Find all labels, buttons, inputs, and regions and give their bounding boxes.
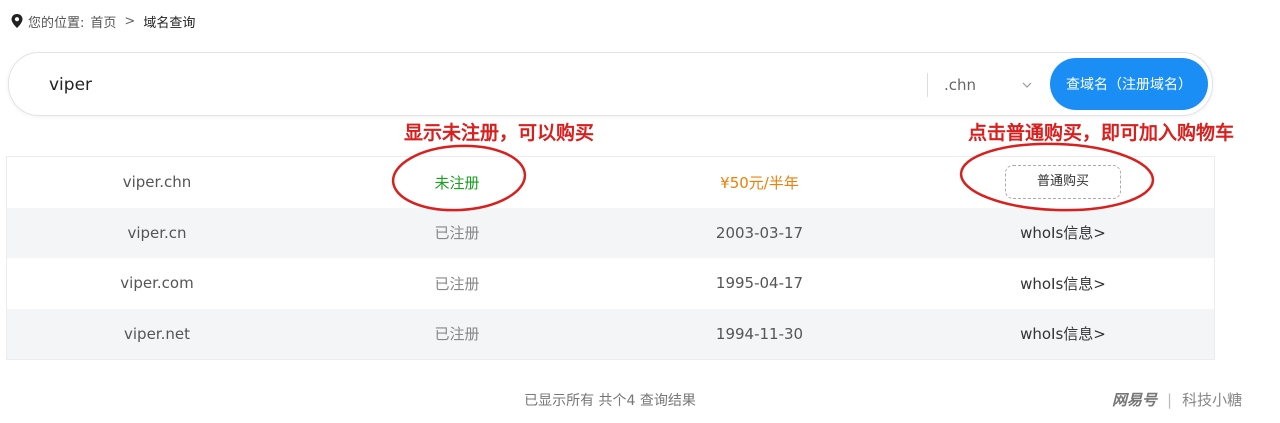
annotation-available-note: 显示未注册，可以购买 bbox=[404, 122, 595, 144]
table-row: viper.com 已注册 1995-04-17 whoIs信息> bbox=[7, 258, 1214, 309]
search-divider bbox=[927, 73, 928, 97]
whois-link[interactable]: whoIs信息> bbox=[912, 222, 1214, 243]
table-row: viper.chn 未注册 ¥50元/半年 普通购买 bbox=[7, 157, 1214, 208]
domain-suffix-select[interactable]: .chn bbox=[944, 71, 1034, 99]
registration-date-cell: 1994-11-30 bbox=[715, 324, 804, 343]
registration-date-cell: 1995-04-17 bbox=[715, 274, 804, 293]
annotation-buy-note: 点击普通购买，即可加入购物车 bbox=[968, 122, 1235, 144]
status-cell: 已注册 bbox=[434, 224, 480, 243]
domain-name-cell: viper.cn bbox=[127, 223, 187, 242]
domain-suffix-value: .chn bbox=[944, 76, 977, 94]
breadcrumb: 您的位置: 首页 > 域名查询 bbox=[10, 10, 195, 32]
status-cell: 未注册 bbox=[434, 173, 480, 192]
watermark-brand: 网易号 bbox=[1112, 391, 1158, 409]
breadcrumb-home-link[interactable]: 首页 bbox=[90, 12, 116, 31]
breadcrumb-prefix: 您的位置: bbox=[28, 15, 85, 31]
domain-search-bar: .chn 查域名（注册域名） bbox=[8, 52, 1213, 116]
results-summary: 已显示所有 共个4 查询结果 bbox=[524, 393, 696, 409]
action-cell: 普通购买 bbox=[912, 165, 1214, 200]
search-domain-button[interactable]: 查域名（注册域名） bbox=[1050, 58, 1208, 110]
breadcrumb-current: 域名查询 bbox=[143, 15, 196, 31]
table-row: viper.net 已注册 1994-11-30 whoIs信息> bbox=[7, 308, 1214, 359]
domain-name-cell: viper.com bbox=[120, 274, 194, 293]
price-cell: ¥50元/半年 bbox=[720, 173, 799, 192]
regular-buy-button[interactable]: 普通购买 bbox=[1005, 165, 1121, 200]
domain-results-table: viper.chn 未注册 ¥50元/半年 普通购买 viper.cn 已注册 … bbox=[6, 156, 1215, 360]
table-row: viper.cn 已注册 2003-03-17 whoIs信息> bbox=[7, 207, 1214, 258]
watermark-author: 科技小糖 bbox=[1182, 391, 1243, 409]
domain-name-cell: viper.chn bbox=[122, 173, 192, 192]
registration-date-cell: 2003-03-17 bbox=[715, 223, 804, 242]
status-cell: 已注册 bbox=[434, 325, 480, 344]
whois-link[interactable]: whoIs信息> bbox=[912, 273, 1214, 294]
watermark-separator: | bbox=[1167, 390, 1173, 409]
breadcrumb-separator: > bbox=[124, 13, 136, 29]
chevron-down-icon bbox=[1022, 82, 1032, 88]
domain-search-input[interactable] bbox=[47, 69, 921, 101]
domain-name-cell: viper.net bbox=[124, 324, 190, 343]
location-pin-icon bbox=[11, 14, 23, 28]
watermark: 网易号 | 科技小糖 bbox=[1112, 389, 1242, 410]
whois-link[interactable]: whoIs信息> bbox=[912, 323, 1214, 344]
status-cell: 已注册 bbox=[434, 274, 480, 293]
